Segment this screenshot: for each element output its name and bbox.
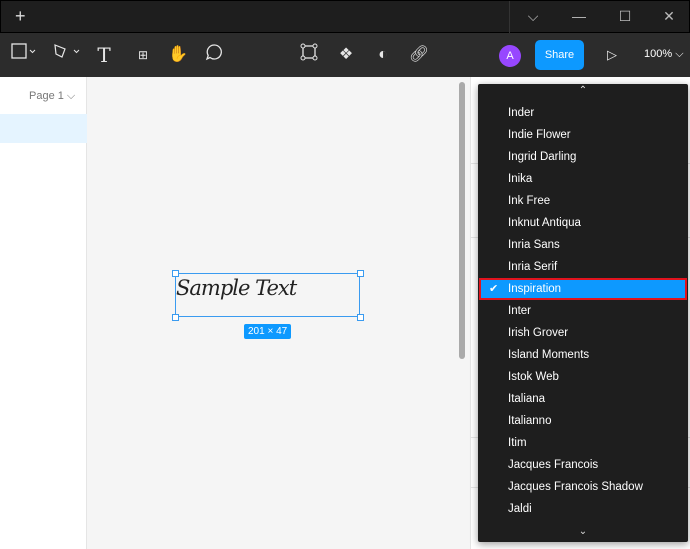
font-option[interactable]: Istok Web	[479, 366, 687, 388]
font-option-label: Inter	[508, 305, 532, 317]
font-option[interactable]: Inknut Antiqua	[479, 212, 687, 234]
resize-handle[interactable]	[357, 270, 364, 277]
resize-handle[interactable]	[357, 314, 364, 321]
dimensions-badge: 201 × 47	[244, 324, 292, 339]
font-option-label: Jacques Francois	[508, 459, 599, 471]
maximize-button[interactable]: ☐	[602, 1, 648, 34]
font-option[interactable]: Indie Flower	[479, 124, 687, 146]
pen-tool-button[interactable]	[52, 43, 82, 67]
font-option[interactable]: Italiana	[479, 388, 687, 410]
component-frame-icon[interactable]	[298, 43, 320, 67]
resources-icon[interactable]: ⊞	[133, 43, 153, 67]
comment-icon[interactable]	[204, 43, 224, 67]
page-selector[interactable]: Page 1 ⌵	[29, 90, 75, 103]
contrast-icon[interactable]: ◐	[372, 43, 394, 67]
close-button[interactable]: ✕	[646, 1, 690, 34]
toolbar: T ⊞ ✋ ❖ ◐ 🔗︎ ▷	[0, 33, 690, 77]
font-option-label: Itim	[508, 437, 527, 449]
font-option-label: Inria Serif	[508, 261, 558, 273]
font-option-label: Ink Free	[508, 195, 551, 207]
font-dropdown: ⌃ ⌄ Inder Indie Flower Ingrid Darling Inika…	[478, 84, 688, 542]
avatar[interactable]: A	[499, 45, 521, 67]
share-button[interactable]: Share	[535, 40, 584, 70]
frame-tool-button[interactable]	[9, 43, 39, 67]
font-option-label: Jacques Francois Shadow	[508, 481, 643, 493]
layers-panel: Page 1 ⌵	[0, 77, 87, 549]
minimize-button[interactable]: —	[556, 1, 602, 34]
font-option[interactable]: Jacques Francois	[479, 454, 687, 476]
font-option[interactable]: Inria Sans	[479, 234, 687, 256]
font-option-label: Irish Grover	[508, 327, 569, 339]
font-option-label: Italianno	[508, 415, 552, 427]
check-icon: ✔	[489, 283, 499, 295]
selection-box[interactable]	[175, 273, 360, 317]
font-option-label: Italiana	[508, 393, 546, 405]
resize-handle[interactable]	[172, 270, 179, 277]
font-option[interactable]: Irish Grover	[479, 322, 687, 344]
font-option[interactable]: Inria Serif	[479, 256, 687, 278]
link-icon[interactable]: 🔗︎	[408, 43, 430, 67]
font-option[interactable]: Jaldi	[479, 498, 687, 520]
zoom-level: 100%	[644, 48, 673, 60]
font-option[interactable]: Inder	[479, 102, 687, 124]
font-option[interactable]: Itim	[479, 432, 687, 454]
font-option-label: Indie Flower	[508, 129, 571, 141]
title-bar: + ⌵ — ☐ ✕	[0, 0, 690, 34]
font-option[interactable]: ✔ Inspiration	[479, 278, 687, 300]
font-option-label: Inspiration	[508, 283, 562, 295]
font-option[interactable]: Italianno	[479, 410, 687, 432]
font-option-label: Inknut Antiqua	[508, 217, 581, 229]
font-option[interactable]: Ingrid Darling	[479, 146, 687, 168]
new-tab-button[interactable]: +	[15, 6, 26, 27]
font-option[interactable]: Island Moments	[479, 344, 687, 366]
font-option-label: Jaldi	[508, 503, 532, 515]
font-option-label: Inria Sans	[508, 239, 560, 251]
present-icon[interactable]: ▷	[602, 43, 622, 67]
text-tool-icon[interactable]: T	[94, 43, 114, 67]
font-option[interactable]: Ink Free	[479, 190, 687, 212]
font-option-label: Inika	[508, 173, 533, 185]
canvas-scrollbar[interactable]	[459, 82, 465, 359]
selected-layer-row[interactable]	[0, 114, 87, 143]
chevron-down-icon[interactable]: ⌵	[510, 1, 556, 34]
font-option-label: Island Moments	[508, 349, 590, 361]
components-icon[interactable]: ❖	[335, 43, 357, 67]
font-option[interactable]: Inika	[479, 168, 687, 190]
page-name: Page 1	[29, 90, 64, 102]
font-option-label: Istok Web	[508, 371, 559, 383]
font-option-label: Inder	[508, 107, 535, 119]
resize-handle[interactable]	[172, 314, 179, 321]
scroll-down-icon[interactable]: ⌄	[478, 526, 688, 537]
hand-tool-icon[interactable]: ✋	[168, 43, 188, 67]
scroll-up-icon[interactable]: ⌃	[478, 85, 688, 96]
font-option[interactable]: Inter	[479, 300, 687, 322]
font-option[interactable]: Jacques Francois Shadow	[479, 476, 687, 498]
zoom-level-dropdown[interactable]: 100% ⌵	[644, 48, 684, 61]
font-option-label: Ingrid Darling	[508, 151, 577, 163]
